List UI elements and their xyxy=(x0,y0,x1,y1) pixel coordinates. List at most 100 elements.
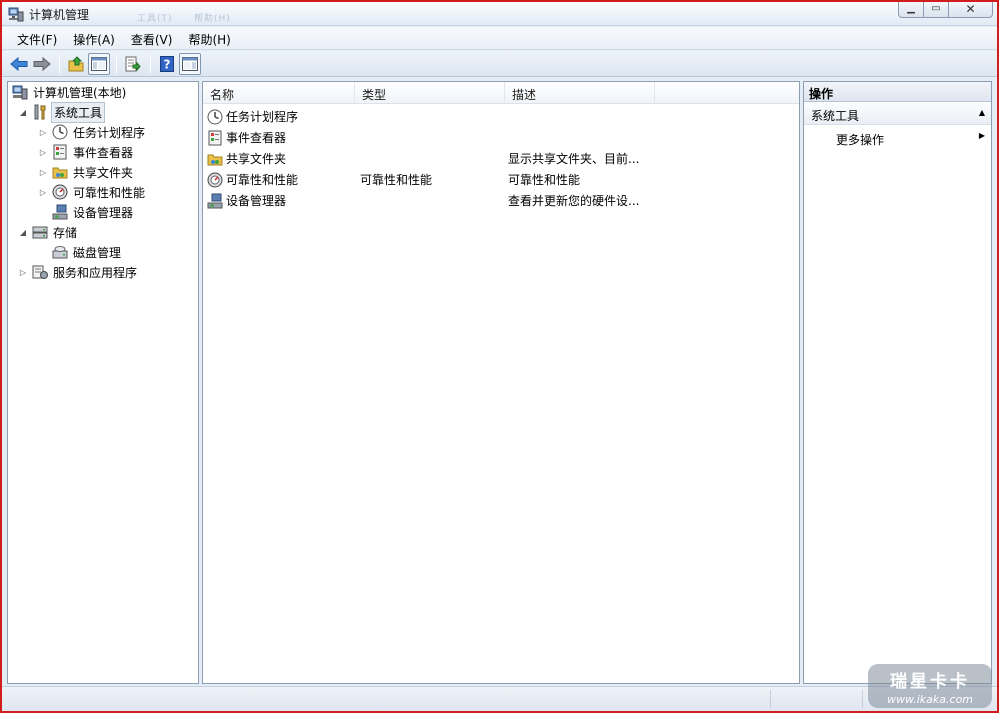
watermark-brand: 瑞星卡卡 xyxy=(890,672,970,692)
reliability-icon xyxy=(52,184,68,200)
forward-arrow-icon xyxy=(33,56,51,71)
device-manager-icon xyxy=(52,204,68,220)
collapse-up-icon: ▲ xyxy=(978,108,985,117)
task-scheduler-icon xyxy=(52,124,68,140)
tree-item-computer-management-local[interactable]: 计算机管理(本地) xyxy=(12,82,128,102)
list-item-device-manager[interactable]: 设备管理器 查看并更新您的硬件设... xyxy=(207,190,655,211)
list-item-shared-folders[interactable]: 共享文件夹 显示共享文件夹、目前... xyxy=(207,148,655,169)
list-item-name: 共享文件夹 xyxy=(226,152,287,166)
toolbar-separator xyxy=(150,54,151,73)
collapse-arrow-icon[interactable]: ◢ xyxy=(18,107,28,117)
submenu-arrow-icon: ▶ xyxy=(978,131,985,140)
expand-arrow-icon[interactable]: ▷ xyxy=(38,127,48,137)
list-item-type: 可靠性和性能 xyxy=(360,173,433,187)
maximize-button[interactable]: ▭ xyxy=(924,2,949,18)
tree-item-label: 共享文件夹 xyxy=(73,165,134,180)
collapse-arrow-icon[interactable]: ◢ xyxy=(18,227,28,237)
menu-help[interactable]: 帮助(H) xyxy=(180,27,238,49)
column-header-filler xyxy=(655,82,795,104)
watermark-url: www.ikaka.com xyxy=(886,693,974,706)
expand-arrow-icon[interactable]: ▷ xyxy=(38,187,48,197)
tree-item-label: 系统工具 xyxy=(51,101,106,123)
actions-pane: 操作 系统工具 ▲ 更多操作 ▶ xyxy=(803,81,992,684)
menu-file[interactable]: 文件(F) xyxy=(9,27,65,49)
tree-item-label: 设备管理器 xyxy=(73,205,134,220)
export-list-icon xyxy=(125,56,141,71)
column-header-description[interactable]: 描述 xyxy=(505,82,655,104)
console-tree-pane[interactable]: 计算机管理(本地) ◢ 系统工具 ▷ 任务计划程序 ▷ 事件查看器 ▷ 共享文件… xyxy=(7,81,199,684)
expand-arrow-icon[interactable]: ▷ xyxy=(18,267,28,277)
list-item-name: 设备管理器 xyxy=(226,194,287,208)
tree-item-system-tools[interactable]: ◢ 系统工具 xyxy=(18,101,106,123)
maximize-icon: ▭ xyxy=(931,3,941,14)
more-actions-item[interactable]: 更多操作 ▶ xyxy=(804,128,991,148)
more-actions-label: 更多操作 xyxy=(836,133,885,147)
help-icon: ? xyxy=(160,55,174,72)
actions-header: 操作 xyxy=(804,82,991,102)
tree-item-disk-management[interactable]: 磁盘管理 xyxy=(38,242,123,262)
list-item-description: 可靠性和性能 xyxy=(508,173,581,187)
column-header-name[interactable]: 名称 xyxy=(203,82,355,104)
tree-item-event-viewer[interactable]: ▷ 事件查看器 xyxy=(38,142,135,162)
close-icon: ✕ xyxy=(965,2,976,16)
show-hide-console-tree-button[interactable] xyxy=(88,52,110,75)
computer-management-icon xyxy=(12,85,28,100)
system-tools-icon xyxy=(34,104,46,120)
list-item-task-scheduler[interactable]: 任务计划程序 xyxy=(207,106,655,127)
list-item-name: 任务计划程序 xyxy=(226,110,299,124)
reliability-icon xyxy=(207,172,223,187)
tree-item-storage[interactable]: ◢ 存储 xyxy=(18,222,79,242)
menu-bar: 文件(F) 操作(A) 查看(V) 帮助(H) xyxy=(2,27,997,50)
tree-item-label: 事件查看器 xyxy=(73,145,134,160)
tree-item-label: 服务和应用程序 xyxy=(53,265,138,280)
help-button[interactable]: ? xyxy=(156,53,178,75)
title-bar[interactable]: 计算机管理 工具(T) 帮助(H) ▁ ▭ ✕ xyxy=(2,2,997,26)
tree-item-label: 磁盘管理 xyxy=(73,245,122,260)
expand-arrow-icon[interactable]: ▷ xyxy=(38,147,48,157)
tree-item-reliability-performance[interactable]: ▷ 可靠性和性能 xyxy=(38,182,147,202)
list-item-description: 查看并更新您的硬件设... xyxy=(508,194,640,208)
back-button[interactable] xyxy=(8,53,30,75)
tree-item-device-manager[interactable]: 设备管理器 xyxy=(38,202,135,222)
window-title: 计算机管理 xyxy=(29,8,90,22)
device-manager-icon xyxy=(207,193,223,208)
tree-item-label: 计算机管理(本地) xyxy=(33,85,127,100)
tree-item-task-scheduler[interactable]: ▷ 任务计划程序 xyxy=(38,122,147,142)
shared-folder-icon xyxy=(52,167,68,179)
menu-view[interactable]: 查看(V) xyxy=(123,27,181,49)
list-item-event-viewer[interactable]: 事件查看器 xyxy=(207,127,655,148)
minimize-icon: ▁ xyxy=(907,3,915,14)
tree-item-shared-folders[interactable]: ▷ 共享文件夹 xyxy=(38,162,135,182)
tree-expander xyxy=(38,207,48,217)
window-controls: ▁ ▭ ✕ xyxy=(898,2,993,18)
up-level-button[interactable] xyxy=(65,53,87,75)
back-arrow-icon xyxy=(10,56,28,71)
toolbar: ? xyxy=(2,51,997,77)
ghost-tab-label: 帮助(H) xyxy=(194,14,231,24)
export-list-button[interactable] xyxy=(122,53,144,75)
show-hide-action-pane-button[interactable] xyxy=(179,52,201,75)
menu-action[interactable]: 操作(A) xyxy=(65,27,123,49)
ghost-tab-label: 工具(T) xyxy=(137,14,173,24)
status-bar xyxy=(2,686,997,711)
computer-management-icon xyxy=(8,7,24,22)
action-pane-icon xyxy=(182,56,198,71)
status-divider xyxy=(862,690,863,708)
storage-icon xyxy=(32,226,48,239)
expand-arrow-icon[interactable]: ▷ xyxy=(38,167,48,177)
up-folder-icon xyxy=(68,55,84,71)
column-header-type[interactable]: 类型 xyxy=(355,82,505,104)
details-list-pane[interactable]: 名称 类型 描述 任务计划程序 事件查看器 共享文件夹 显示共享文件夹、目前..… xyxy=(202,81,800,684)
tree-item-services-applications[interactable]: ▷ 服务和应用程序 xyxy=(18,262,139,282)
task-scheduler-icon xyxy=(207,109,223,124)
rising-kaka-watermark: 瑞星卡卡 www.ikaka.com xyxy=(868,664,992,708)
close-button[interactable]: ✕ xyxy=(949,2,993,18)
list-item-reliability-performance[interactable]: 可靠性和性能 可靠性和性能 可靠性和性能 xyxy=(207,169,655,190)
list-item-name: 可靠性和性能 xyxy=(226,173,299,187)
minimize-button[interactable]: ▁ xyxy=(898,2,924,18)
status-divider xyxy=(770,690,771,708)
actions-section-system-tools[interactable]: 系统工具 ▲ xyxy=(804,103,991,125)
tree-expander xyxy=(38,247,48,257)
forward-button[interactable] xyxy=(31,53,53,75)
svg-text:?: ? xyxy=(164,57,171,71)
